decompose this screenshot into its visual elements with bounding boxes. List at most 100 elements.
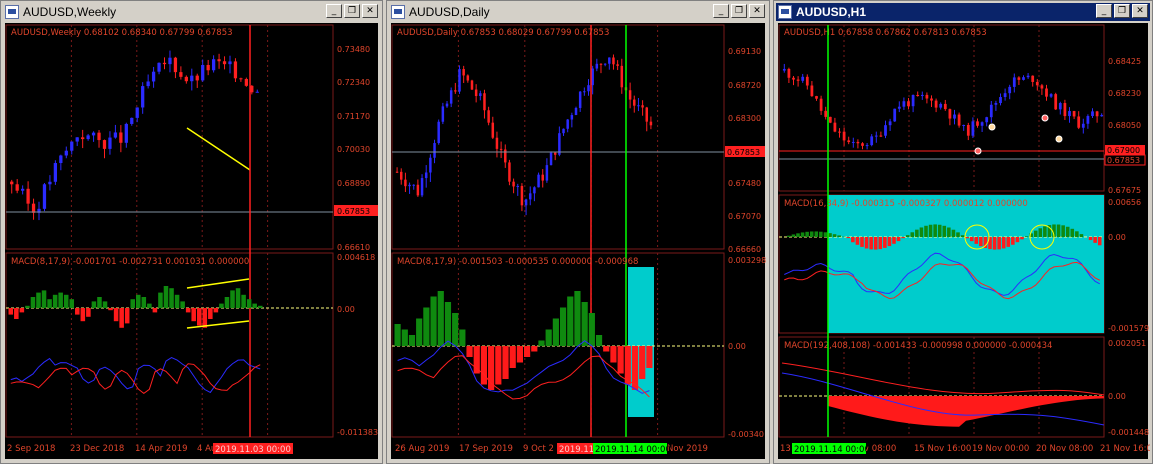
candle-body [395, 171, 399, 173]
window-titlebar[interactable]: AUDUSD,Weekly _ ❐ ✕ [3, 3, 380, 21]
macd-histogram-bar [924, 225, 928, 237]
macd-histogram-bar [873, 237, 878, 250]
trade-arrow-icon [1055, 135, 1063, 143]
weekly-chart-window[interactable]: AUDUSD,Weekly _ ❐ ✕ AUDUSD,Weekly 0.6810… [0, 0, 383, 464]
macd-histogram-bar [892, 237, 896, 244]
minimize-button[interactable]: _ [1096, 4, 1112, 18]
minimize-button[interactable]: _ [713, 4, 729, 18]
macd-histogram-bar [646, 346, 653, 368]
macd-histogram-bar [124, 308, 130, 324]
macd-histogram-bar [947, 227, 951, 237]
restore-button[interactable]: ❐ [1114, 4, 1130, 18]
candle-body [612, 57, 615, 65]
macd-histogram-bar [8, 308, 14, 315]
candle-body [842, 131, 846, 141]
macd-histogram-bar [1024, 236, 1029, 237]
date-tick: 9 Oct 2 [523, 444, 554, 454]
macd-histogram-bar [809, 231, 814, 237]
candle-body [474, 89, 478, 96]
macd2-histogram-area [828, 396, 1104, 427]
candle-body [454, 90, 457, 92]
close-button[interactable]: ✕ [1132, 4, 1148, 18]
candle-body [424, 172, 428, 179]
candle-body [1049, 94, 1053, 97]
chart-area[interactable]: AUDUSD,Weekly 0.68102 0.68340 0.67799 0.… [5, 23, 378, 459]
candle-body [595, 63, 599, 69]
candle-body [641, 105, 644, 108]
date-tag-text: 2019.11.14 00:00 [794, 445, 870, 455]
window-titlebar[interactable]: AUDUSD,Daily _ ❐ ✕ [389, 3, 767, 21]
macd-histogram-bar [624, 346, 631, 385]
candle-body [48, 181, 52, 185]
level-price: 0.67900 [1107, 146, 1140, 155]
h1-chart-window[interactable]: AUDUSD,H1 _ ❐ ✕ AUDUSD,H1 0.67858 0.6786… [773, 0, 1153, 464]
macd-histogram-bar [113, 308, 119, 322]
macd-histogram-bar [1011, 237, 1015, 245]
macd-histogram-bar [942, 225, 947, 237]
price-tick: 0.68890 [337, 179, 370, 188]
macd-histogram-bar [394, 324, 401, 346]
candle-body [1063, 103, 1067, 117]
price-label: AUDUSD,H1 0.67858 0.67862 0.67813 0.6785… [784, 28, 987, 38]
restore-button[interactable]: ❐ [731, 4, 747, 18]
candle-body [528, 193, 532, 200]
macd-histogram-bar [1070, 228, 1075, 237]
macd-histogram-bar [1043, 226, 1047, 237]
candle-body [404, 179, 407, 187]
close-button[interactable]: ✕ [749, 4, 765, 18]
candle-body [445, 103, 449, 107]
macd-histogram-bar [30, 297, 36, 308]
date-tick: 21 Nov 16:0 [1100, 444, 1150, 454]
macd-histogram-bar [928, 224, 933, 237]
macd2-tick: -0.001448 [1108, 428, 1149, 437]
macd-tick: 0.00656 [1108, 198, 1141, 207]
macd-histogram-bar [545, 329, 552, 346]
chart-window-icon [391, 5, 405, 19]
candle-body [971, 121, 975, 136]
candle-body [211, 59, 216, 71]
candle-body [201, 64, 205, 81]
macd-histogram-bar [860, 237, 864, 247]
candle-body [833, 122, 837, 132]
macd-histogram-bar [588, 313, 595, 346]
macd-histogram-bar [979, 237, 983, 247]
candle-body [483, 93, 486, 111]
date-tick: 26 Aug 2019 [395, 444, 449, 454]
macd-histogram-bar [147, 303, 152, 308]
macd-histogram-bar [408, 335, 416, 346]
candle-body [157, 62, 161, 72]
macd-histogram-bar [119, 308, 124, 328]
close-button[interactable]: ✕ [362, 4, 378, 18]
macd-histogram-bar [516, 346, 523, 363]
window-titlebar[interactable]: AUDUSD,H1 _ ❐ ✕ [776, 3, 1150, 21]
trend-line [186, 127, 251, 171]
candle-body [449, 90, 453, 104]
candle-body [1017, 77, 1021, 80]
macd-histogram-bar [814, 231, 819, 237]
minimize-button[interactable]: _ [326, 4, 342, 18]
macd-label: MACD(8,17,9) -0.001503 -0.000535 0.00000… [397, 257, 638, 267]
candle-body [520, 185, 524, 206]
restore-button[interactable]: ❐ [344, 4, 360, 18]
candle-body [861, 143, 864, 146]
candle-body [141, 86, 145, 108]
candle-body [1077, 116, 1081, 128]
daily-chart-svg[interactable]: AUDUSD,Daily 0.67853 0.68029 0.67799 0.6… [391, 23, 767, 461]
candle-body [206, 64, 210, 71]
chart-area[interactable]: AUDUSD,Daily 0.67853 0.68029 0.67799 0.6… [391, 23, 767, 461]
macd-label: MACD(8,17,9) -0.001701 -0.002731 0.00103… [11, 257, 249, 267]
macd-histogram-bar [1061, 225, 1065, 237]
candle-body [948, 109, 952, 119]
macd-histogram-bar [466, 346, 473, 357]
candle-body [943, 103, 947, 110]
price-tick: 0.68720 [728, 81, 761, 90]
chart-area[interactable]: AUDUSD,H1 0.67858 0.67862 0.67813 0.6785… [778, 23, 1150, 461]
weekly-chart-svg[interactable]: AUDUSD,Weekly 0.68102 0.68340 0.67799 0.… [5, 23, 380, 461]
macd-histogram-bar [430, 296, 437, 346]
candle-body [888, 121, 892, 126]
daily-chart-window[interactable]: AUDUSD,Daily _ ❐ ✕ AUDUSD,Daily 0.67853 … [386, 0, 770, 464]
highlight-box [628, 267, 654, 417]
h1-chart-svg[interactable]: AUDUSD,H1 0.67858 0.67862 0.67813 0.6785… [778, 23, 1150, 461]
candle-body [649, 121, 653, 126]
candle-body [433, 143, 436, 158]
